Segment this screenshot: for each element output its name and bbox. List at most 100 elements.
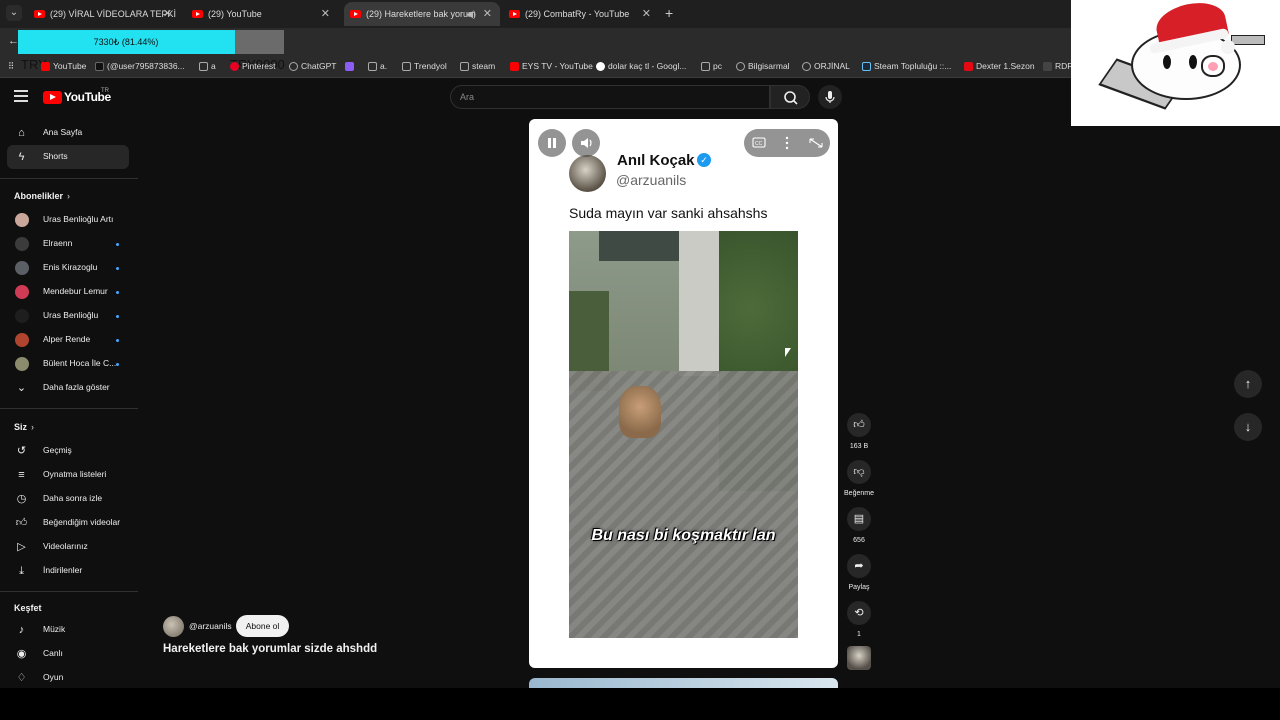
sidebar-item-subscription[interactable]: Enis Kirazoglu: [7, 256, 129, 280]
tab-combatry[interactable]: (29) CombatRy - YouTube ✕: [503, 2, 659, 26]
share-icon: ➦: [854, 560, 864, 572]
youtube-icon: [41, 62, 50, 71]
bottom-black-bar: [0, 688, 1280, 720]
bookmark-chatgpt[interactable]: ChatGPT: [289, 61, 336, 71]
avatar: [15, 237, 29, 251]
sound-thumbnail[interactable]: [847, 646, 871, 670]
comments-button[interactable]: ▤: [847, 507, 871, 531]
tab-viral-videolar[interactable]: (29) VİRAL VİDEOLARA TEPKİ ✕: [28, 2, 180, 26]
close-tab-icon[interactable]: ✕: [642, 2, 651, 26]
sidebar-item-history[interactable]: ↺ Geçmiş: [7, 439, 129, 463]
sidebar-item-subscription[interactable]: Uras Benlioğlu: [7, 304, 129, 328]
sidebar-item-show-more[interactable]: ⌄ Daha fazla göster: [7, 376, 129, 400]
remix-icon: ⟲: [854, 607, 864, 619]
short-title[interactable]: Hareketlere bak yorumlar sizde ahshdd: [163, 643, 377, 655]
folder-icon: [701, 62, 710, 71]
tab-hareketler[interactable]: (29) Hareketlere bak yorum ◀) ✕: [344, 2, 500, 26]
gaming-icon: ♢: [16, 672, 27, 684]
home-icon: ⌂: [18, 127, 25, 139]
previous-short-button[interactable]: ↑: [1234, 370, 1262, 398]
pause-button[interactable]: [538, 129, 566, 157]
next-short-button[interactable]: ↓: [1234, 413, 1262, 441]
youtube-favicon-icon: [350, 10, 361, 18]
bookmark-pinterest[interactable]: Pinterest: [230, 61, 276, 71]
folder-icon: [460, 62, 469, 71]
youtube-favicon-icon: [509, 10, 520, 18]
dislike-button[interactable]: 👎︎: [847, 460, 871, 484]
sidebar-divider: [0, 591, 138, 592]
sidebar-item-subscription[interactable]: Mendebur Lemur: [7, 280, 129, 304]
like-count: 163 B: [849, 443, 869, 450]
menu-icon[interactable]: [14, 90, 28, 102]
sidebar-item-subscription[interactable]: Uras Benlioğlu Artı: [7, 208, 129, 232]
sidebar-item-watch-later[interactable]: ◷ Daha sonra izle: [7, 487, 129, 511]
new-tab-button[interactable]: +: [665, 5, 673, 21]
channel-avatar[interactable]: [163, 616, 184, 637]
close-tab-icon[interactable]: ✕: [163, 2, 172, 26]
bookmark-bilgisarmal[interactable]: Bilgisarmal: [736, 61, 790, 71]
channel-name[interactable]: @arzuanils: [189, 621, 232, 631]
bookmark-trendyol[interactable]: Trendyol: [402, 61, 447, 71]
sidebar-item-downloads[interactable]: ⤓ İndirilenler: [7, 559, 129, 583]
overlay-cat-eye: [1163, 55, 1171, 69]
bookmark-steam-community[interactable]: Steam Topluluğu ::...: [862, 61, 951, 71]
sidebar-item-playlists[interactable]: ≡ Oynatma listeleri: [7, 463, 129, 487]
share-button[interactable]: ➦: [847, 554, 871, 578]
new-content-dot: [116, 267, 119, 270]
video-cat: [619, 386, 661, 438]
sidebar-item-subscription[interactable]: Elraenn: [7, 232, 129, 256]
sidebar-item-subscription[interactable]: Bülent Hoca İle C...: [7, 352, 129, 376]
sidebar-divider: [0, 178, 138, 179]
sidebar-item-your-videos[interactable]: ▷ Videolarınız: [7, 535, 129, 559]
bookmark-eys-tv[interactable]: EYS TV - YouTube: [510, 61, 593, 71]
bookmark-pc[interactable]: pc: [701, 61, 722, 71]
search-input[interactable]: Ara: [450, 85, 770, 109]
remix-button[interactable]: ⟲: [847, 601, 871, 625]
bookmark-dexter[interactable]: Dexter 1.Sezon: [964, 61, 1035, 71]
your-videos-icon: ▷: [17, 541, 26, 553]
tweet-author-name: Anıl Koçak: [617, 152, 695, 169]
you-heading[interactable]: Siz ›: [14, 422, 34, 432]
shorts-player[interactable]: Anıl Koçak ✓ @arzuanils Suda mayın var s…: [529, 119, 838, 668]
sidebar-item-subscription[interactable]: Alper Rende: [7, 328, 129, 352]
tab-search-button[interactable]: ⌄: [6, 5, 22, 21]
volume-button[interactable]: [572, 129, 600, 157]
subscribe-button[interactable]: Abone ol: [236, 615, 289, 637]
sidebar-item-home[interactable]: ⌂ Ana Sayfa: [7, 121, 129, 145]
captions-icon: CC: [752, 137, 766, 148]
close-tab-icon[interactable]: ✕: [321, 2, 330, 26]
subscriptions-heading[interactable]: Abonelikler ›: [14, 191, 70, 201]
sidebar-item-live[interactable]: ◉ Canlı: [7, 642, 129, 666]
pinterest-icon: [230, 62, 239, 71]
like-button[interactable]: 👍︎: [847, 413, 871, 437]
sidebar-divider: [0, 408, 138, 409]
overlay-key: [1231, 35, 1265, 45]
sidebar-item-shorts[interactable]: ϟ Shorts: [7, 145, 129, 169]
video-path: [569, 371, 798, 638]
video-wall: [679, 231, 719, 376]
sidebar-item-music[interactable]: ♪ Müzik: [7, 618, 129, 642]
bookmark-rdr[interactable]: RDR: [1043, 61, 1073, 71]
search-button[interactable]: [770, 85, 810, 109]
search-placeholder: Ara: [460, 92, 475, 102]
tab-youtube[interactable]: (29) YouTube ✕: [186, 2, 338, 26]
bookmark-steam[interactable]: steam: [460, 61, 495, 71]
progress-text: 7330₺ (81.44%): [93, 37, 159, 47]
avatar: [15, 333, 29, 347]
sidebar-item-gaming[interactable]: ♢ Oyun: [7, 666, 129, 690]
bookmark-orjinal[interactable]: ORJİNAL: [802, 61, 850, 71]
arrow-down-icon: ↓: [1244, 419, 1252, 434]
bookmark-folder-a[interactable]: a: [199, 61, 216, 71]
close-tab-icon[interactable]: ✕: [483, 2, 492, 26]
video-roof: [599, 231, 679, 261]
voice-search-button[interactable]: [818, 85, 842, 109]
bookmark-youtube[interactable]: YouTube: [41, 61, 86, 71]
bookmark-dolar[interactable]: dolar kaç tl - Googl...: [596, 61, 686, 71]
sidebar-item-liked[interactable]: 👍︎ Beğendiğim videolar: [7, 511, 129, 535]
avatar: [15, 357, 29, 371]
bookmark-folder-a-dot[interactable]: a.: [368, 61, 387, 71]
apps-icon[interactable]: ⠿: [8, 61, 14, 72]
thumbs-up-icon: 👍︎: [853, 419, 865, 431]
bookmark-tiktok[interactable]: (@user795873836...: [95, 61, 185, 71]
speaker-icon[interactable]: ◀): [466, 2, 476, 26]
